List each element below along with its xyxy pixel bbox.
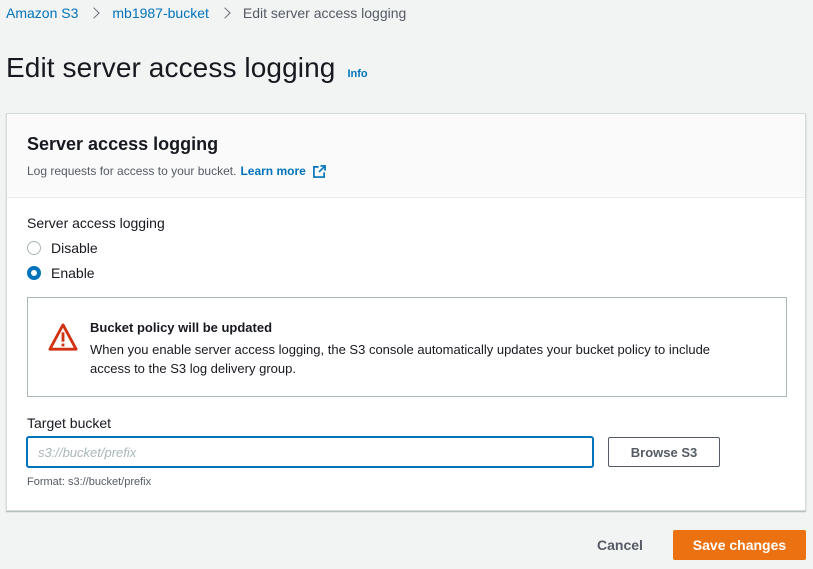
breadcrumb-current: Edit server access logging bbox=[242, 5, 407, 21]
panel-description: Log requests for access to your bucket. … bbox=[27, 164, 785, 178]
browse-s3-button[interactable]: Browse S3 bbox=[608, 437, 720, 467]
learn-more-label: Learn more bbox=[240, 164, 306, 178]
bucket-policy-alert: Bucket policy will be updated When you e… bbox=[27, 297, 787, 397]
breadcrumb: Amazon S3 mb1987-bucket Edit server acce… bbox=[6, 4, 406, 22]
panel-description-text: Log requests for access to your bucket. bbox=[27, 164, 237, 178]
warning-icon bbox=[48, 323, 78, 351]
radio-disable-label: Disable bbox=[51, 240, 98, 256]
save-changes-button[interactable]: Save changes bbox=[673, 530, 806, 560]
panel-title: Server access logging bbox=[27, 134, 219, 154]
radio-enable[interactable]: Enable bbox=[27, 265, 95, 281]
alert-title: Bucket policy will be updated bbox=[90, 320, 273, 335]
server-access-logging-panel: Server access logging Log requests for a… bbox=[6, 113, 806, 511]
cancel-button[interactable]: Cancel bbox=[580, 530, 660, 560]
logging-field-label: Server access logging bbox=[27, 215, 165, 231]
alert-body: When you enable server access logging, t… bbox=[90, 342, 711, 376]
radio-enable-label: Enable bbox=[51, 265, 95, 281]
target-bucket-input[interactable] bbox=[27, 437, 593, 467]
breadcrumb-bucket[interactable]: mb1987-bucket bbox=[112, 5, 209, 21]
learn-more-link[interactable]: Learn more bbox=[240, 164, 326, 178]
radio-disable-circle[interactable] bbox=[27, 241, 41, 255]
chevron-right-icon bbox=[219, 7, 231, 19]
panel-header: Server access logging Log requests for a… bbox=[7, 114, 805, 198]
target-bucket-label: Target bucket bbox=[27, 415, 112, 431]
breadcrumb-amazon-s3[interactable]: Amazon S3 bbox=[6, 5, 78, 21]
target-bucket-help: Format: s3://bucket/prefix bbox=[27, 476, 152, 488]
chevron-right-icon bbox=[88, 7, 101, 19]
page-header: Edit server access logging Info bbox=[6, 52, 368, 84]
info-link[interactable]: Info bbox=[347, 68, 367, 80]
radio-enable-circle[interactable] bbox=[27, 266, 41, 280]
radio-disable[interactable]: Disable bbox=[27, 240, 98, 256]
page-title: Edit server access logging bbox=[6, 52, 336, 83]
external-link-icon bbox=[312, 164, 326, 178]
